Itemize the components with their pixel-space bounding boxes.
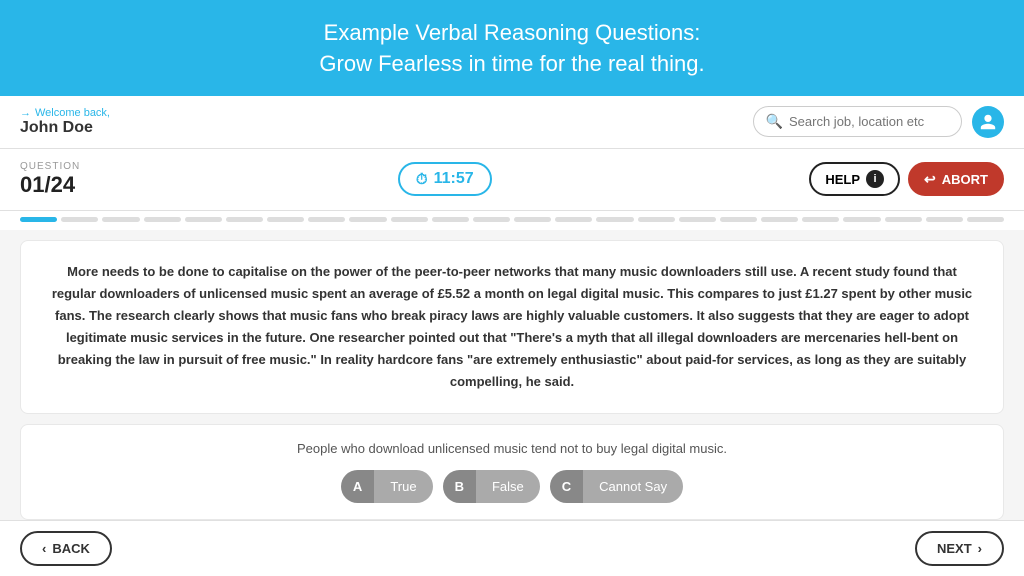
abort-icon: ↩ xyxy=(924,171,936,188)
progress-bar xyxy=(0,211,1024,230)
clock-icon: ⏱ xyxy=(416,171,428,188)
progress-segment xyxy=(596,217,633,222)
progress-segment xyxy=(185,217,222,222)
progress-segment xyxy=(144,217,181,222)
search-icon: 🔍 xyxy=(766,113,783,130)
progress-segment xyxy=(308,217,345,222)
question-label: QUESTION xyxy=(20,161,80,172)
next-label: NEXT xyxy=(937,541,972,556)
answer-option-a[interactable]: A True xyxy=(341,470,433,503)
user-avatar[interactable] xyxy=(972,106,1004,138)
question-info: QUESTION 01/24 xyxy=(20,161,80,198)
progress-segment xyxy=(20,217,57,222)
abort-label: ABORT xyxy=(942,172,988,187)
page-header: Example Verbal Reasoning Questions: Grow… xyxy=(0,0,1024,96)
main-content: More needs to be done to capitalise on t… xyxy=(0,230,1024,531)
progress-segment xyxy=(61,217,98,222)
progress-segment xyxy=(349,217,386,222)
question-bar: QUESTION 01/24 ⏱ 11:57 HELP i ↩ ABORT xyxy=(0,149,1024,211)
progress-segment xyxy=(967,217,1004,222)
option-letter-c: C xyxy=(550,470,583,503)
timer-box: ⏱ 11:57 xyxy=(398,162,492,196)
option-letter-a: A xyxy=(341,470,374,503)
progress-segment xyxy=(885,217,922,222)
progress-segment xyxy=(555,217,592,222)
action-buttons: HELP i ↩ ABORT xyxy=(809,162,1004,196)
progress-segment xyxy=(761,217,798,222)
option-text-a: True xyxy=(374,470,432,503)
welcome-greeting: → Welcome back, xyxy=(20,107,110,119)
passage-text: More needs to be done to capitalise on t… xyxy=(51,261,973,394)
option-letter-b: B xyxy=(443,470,476,503)
back-chevron-icon: ‹ xyxy=(42,541,46,556)
option-text-c: Cannot Say xyxy=(583,470,683,503)
nav-right: 🔍 xyxy=(753,106,1004,138)
progress-segment xyxy=(226,217,263,222)
progress-segment xyxy=(926,217,963,222)
progress-segment xyxy=(102,217,139,222)
progress-segment xyxy=(391,217,428,222)
question-statement: People who download unlicensed music ten… xyxy=(41,441,983,456)
progress-segment xyxy=(843,217,880,222)
timer-value: 11:57 xyxy=(434,170,474,188)
info-icon: i xyxy=(866,170,884,188)
passage-card: More needs to be done to capitalise on t… xyxy=(20,240,1004,415)
abort-button[interactable]: ↩ ABORT xyxy=(908,162,1004,196)
option-text-b: False xyxy=(476,470,540,503)
search-input[interactable] xyxy=(789,114,949,129)
answer-option-c[interactable]: C Cannot Say xyxy=(550,470,683,503)
welcome-area: → Welcome back, John Doe xyxy=(20,107,110,137)
progress-segment xyxy=(473,217,510,222)
progress-segment xyxy=(514,217,551,222)
help-label: HELP xyxy=(825,172,860,187)
user-name: John Doe xyxy=(20,119,110,137)
search-box[interactable]: 🔍 xyxy=(753,106,962,137)
header-title: Example Verbal Reasoning Questions: Grow… xyxy=(20,18,1004,80)
next-chevron-icon: › xyxy=(978,541,982,556)
progress-segment xyxy=(802,217,839,222)
question-number: 01/24 xyxy=(20,172,80,198)
navbar: → Welcome back, John Doe 🔍 xyxy=(0,96,1024,149)
back-label: BACK xyxy=(52,541,90,556)
bottom-nav: ‹ BACK NEXT › xyxy=(0,520,1024,576)
progress-segment xyxy=(267,217,304,222)
progress-segment xyxy=(679,217,716,222)
answer-options: A True B False C Cannot Say xyxy=(41,470,983,503)
back-button[interactable]: ‹ BACK xyxy=(20,531,112,566)
next-button[interactable]: NEXT › xyxy=(915,531,1004,566)
progress-segment xyxy=(432,217,469,222)
arrow-icon: → xyxy=(20,107,31,119)
help-button[interactable]: HELP i xyxy=(809,162,900,196)
progress-segment xyxy=(638,217,675,222)
question-card: People who download unlicensed music ten… xyxy=(20,424,1004,520)
progress-segment xyxy=(720,217,757,222)
answer-option-b[interactable]: B False xyxy=(443,470,540,503)
